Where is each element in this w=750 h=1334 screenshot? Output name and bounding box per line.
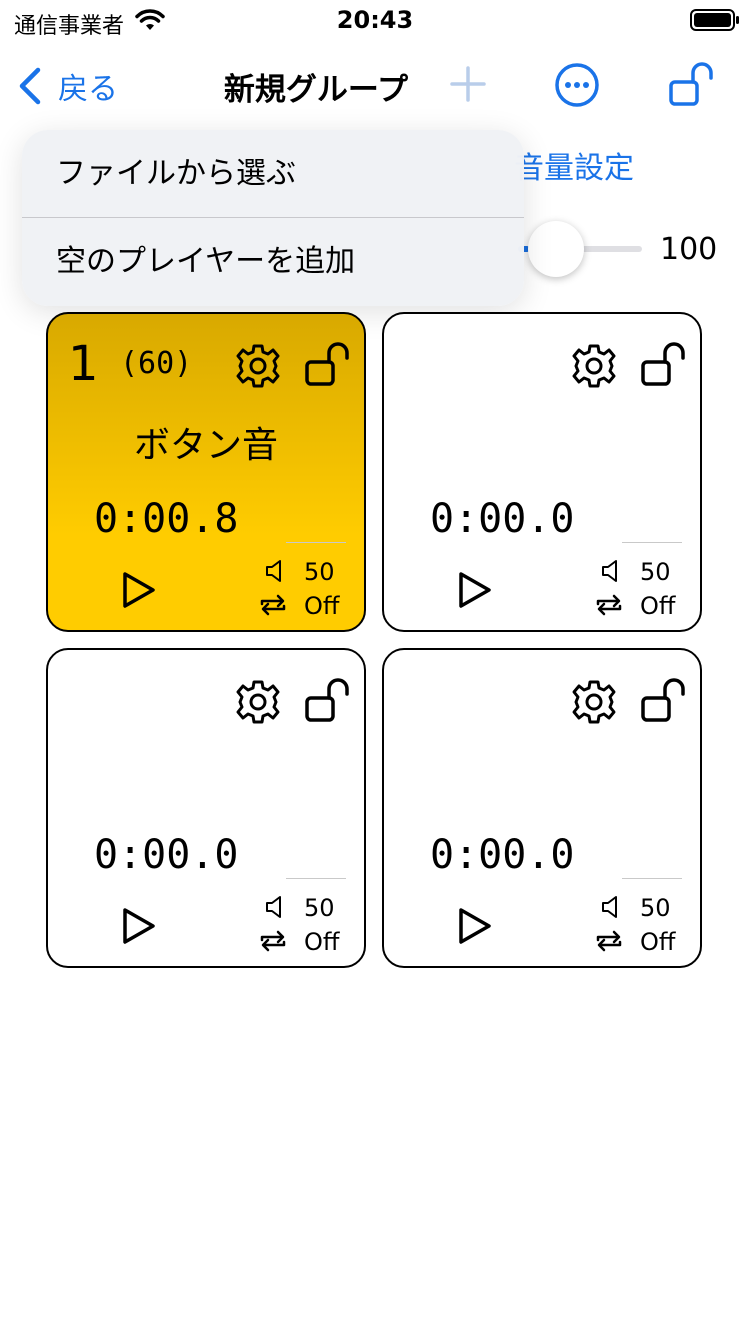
add-icon[interactable] <box>448 62 488 106</box>
page-title: 新規グループ <box>223 72 409 108</box>
player-loop: Off <box>304 928 340 956</box>
unlock-icon[interactable] <box>640 340 688 388</box>
unlock-icon[interactable] <box>668 60 716 108</box>
gear-icon[interactable] <box>570 342 618 390</box>
player-name: ボタン音 <box>133 425 278 466</box>
player-volume: 50 <box>640 558 671 586</box>
repeat-icon <box>596 594 622 616</box>
status-time: 20:43 <box>336 6 414 34</box>
card-divider <box>286 542 346 543</box>
player-volume: 50 <box>304 558 335 586</box>
repeat-icon <box>596 930 622 952</box>
volume-settings-title[interactable]: 音量設定 <box>514 143 634 187</box>
player-card-1[interactable]: 1 (60) ボタン音 0:00.8 50 Off <box>46 312 366 632</box>
card-divider <box>622 542 682 543</box>
more-icon[interactable] <box>554 62 600 108</box>
gear-icon[interactable] <box>570 678 618 726</box>
player-time: 0:00.8 <box>94 496 239 542</box>
player-time: 0:00.0 <box>94 832 239 878</box>
play-icon[interactable] <box>120 570 158 610</box>
player-card-2[interactable]: 0:00.0 50 Off <box>382 312 702 632</box>
player-loop: Off <box>304 592 340 620</box>
speaker-icon <box>266 560 281 582</box>
player-time: 0:00.0 <box>430 496 575 542</box>
menu-item-add-empty-player[interactable]: 空のプレイヤーを追加 <box>22 218 524 305</box>
play-icon[interactable] <box>456 570 494 610</box>
menu-item-choose-file[interactable]: ファイルから選ぶ <box>22 130 524 217</box>
speaker-icon <box>266 896 281 918</box>
volume-slider-track[interactable] <box>580 246 642 252</box>
player-volume: 50 <box>640 894 671 922</box>
speaker-icon <box>602 560 617 582</box>
status-bar: 通信事業者 20:43 <box>0 0 750 40</box>
navigation-bar: 戻る 新規グループ <box>0 40 750 130</box>
card-divider <box>286 878 346 879</box>
player-number: 1 <box>68 336 99 392</box>
play-icon[interactable] <box>456 906 494 946</box>
player-card-4[interactable]: 0:00.0 50 Off <box>382 648 702 968</box>
volume-slider-thumb[interactable] <box>528 221 584 277</box>
speaker-icon <box>602 896 617 918</box>
repeat-icon <box>260 930 286 952</box>
player-volume: 50 <box>304 894 335 922</box>
player-loop: Off <box>640 928 676 956</box>
gear-icon[interactable] <box>234 678 282 726</box>
player-count: (60) <box>120 346 193 381</box>
repeat-icon <box>260 594 286 616</box>
player-loop: Off <box>640 592 676 620</box>
add-menu: ファイルから選ぶ 空のプレイヤーを追加 <box>22 130 524 306</box>
card-divider <box>622 878 682 879</box>
gear-icon[interactable] <box>234 342 282 390</box>
play-icon[interactable] <box>120 906 158 946</box>
unlock-icon[interactable] <box>304 676 352 724</box>
player-time: 0:00.0 <box>430 832 575 878</box>
battery-icon <box>690 9 739 31</box>
volume-value: 100 <box>660 232 718 267</box>
unlock-icon[interactable] <box>304 340 352 388</box>
unlock-icon[interactable] <box>640 676 688 724</box>
player-card-3[interactable]: 0:00.0 50 Off <box>46 648 366 968</box>
